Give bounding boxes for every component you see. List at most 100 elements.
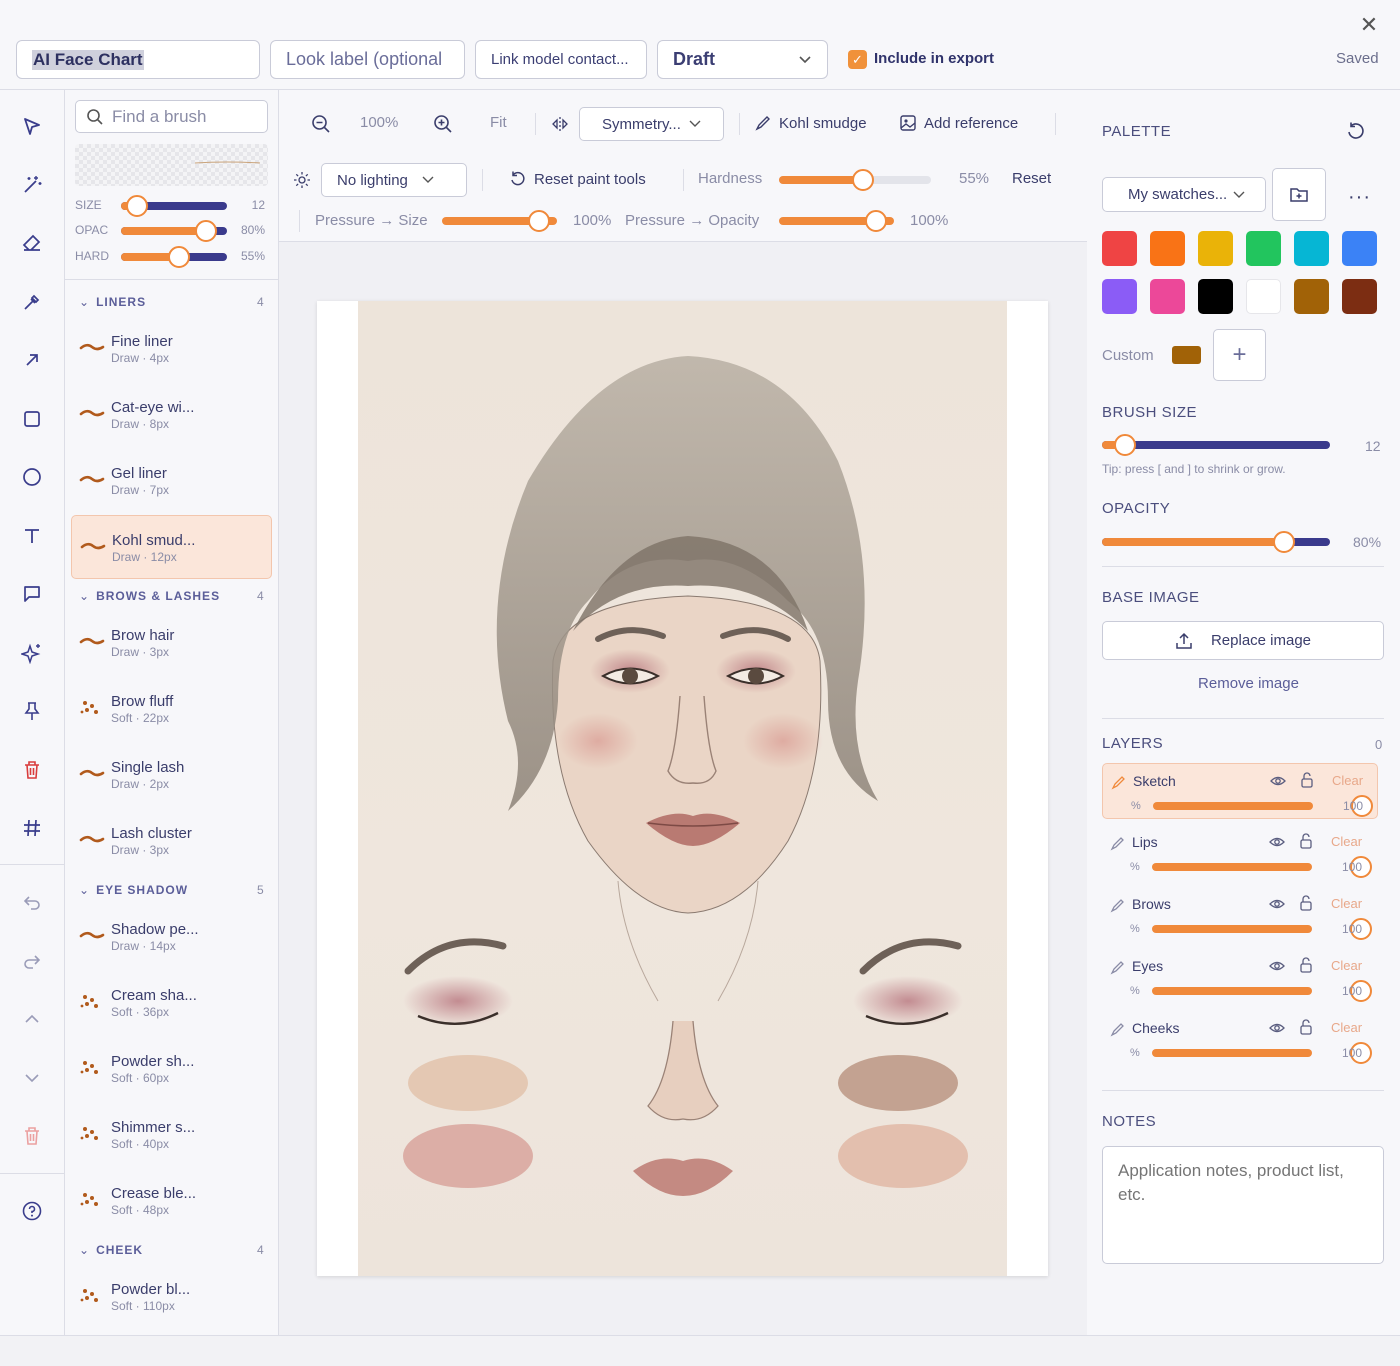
brush-section-header[interactable]: ⌄ LINERS 4 — [79, 295, 264, 309]
drawing-canvas[interactable] — [317, 301, 1048, 1276]
layer-opacity-slider[interactable] — [1153, 795, 1373, 817]
eraser-icon[interactable] — [19, 230, 45, 256]
brush-item[interactable]: Powder bl... Soft · 110px — [71, 1265, 272, 1329]
chevron-up-icon[interactable] — [19, 1006, 45, 1032]
eye-icon[interactable] — [1269, 959, 1285, 973]
brush-item[interactable]: Single lash Draw · 2px — [71, 743, 272, 807]
status-select[interactable]: Draft — [657, 40, 828, 79]
color-swatch[interactable] — [1342, 279, 1377, 314]
eye-icon[interactable] — [1269, 835, 1285, 849]
lighting-select[interactable]: No lighting — [321, 163, 467, 197]
layer-opacity-slider[interactable] — [1152, 980, 1372, 1002]
more-options-icon[interactable]: ··· — [1348, 186, 1371, 209]
brush-section-header[interactable]: ⌄ BROWS & LASHES 4 — [79, 589, 264, 603]
mini-slider-track[interactable] — [121, 195, 227, 217]
color-swatch[interactable] — [1198, 279, 1233, 314]
layer-clear-button[interactable]: Clear — [1331, 958, 1362, 973]
color-swatch[interactable] — [1246, 279, 1281, 314]
layer-opacity-slider[interactable] — [1152, 856, 1372, 878]
zoom-out-icon[interactable] — [311, 114, 331, 134]
custom-color-swatch[interactable] — [1172, 346, 1201, 364]
brush-section-header[interactable]: ⌄ CHEEK 4 — [79, 1243, 264, 1257]
brush-search-input[interactable]: Find a brush — [75, 100, 268, 133]
rectangle-icon[interactable] — [19, 406, 45, 432]
add-custom-color-button[interactable]: + — [1213, 329, 1266, 381]
layer-row[interactable]: Brows Clear% 100 — [1102, 887, 1378, 943]
hardness-slider[interactable] — [779, 169, 931, 191]
unlock-icon[interactable] — [1300, 772, 1314, 788]
comment-icon[interactable] — [19, 581, 45, 607]
brush-item[interactable]: Cream sha... Soft · 36px — [71, 971, 272, 1035]
arrow-tool-icon[interactable] — [19, 347, 45, 373]
color-swatch[interactable] — [1150, 279, 1185, 314]
sparkle-icon[interactable] — [19, 640, 45, 666]
brush-item[interactable]: Shadow pe... Draw · 14px — [71, 905, 272, 969]
magic-wand-icon[interactable] — [19, 172, 45, 198]
mini-slider-knob[interactable] — [168, 246, 191, 268]
delete-layer-icon[interactable] — [19, 1123, 45, 1149]
eyedropper-icon[interactable] — [19, 289, 45, 315]
include-export-checkbox[interactable]: ✓ — [848, 50, 867, 69]
pressure-size-knob[interactable] — [528, 210, 550, 232]
import-swatches-button[interactable] — [1272, 168, 1326, 221]
brush-item[interactable]: Kohl smud... Draw · 12px — [71, 515, 272, 579]
unlock-icon[interactable] — [1299, 895, 1313, 911]
pin-icon[interactable] — [19, 698, 45, 724]
notes-textarea[interactable] — [1102, 1146, 1384, 1264]
color-swatch[interactable] — [1246, 231, 1281, 266]
include-export-label[interactable]: Include in export — [874, 50, 994, 67]
color-swatch[interactable] — [1150, 231, 1185, 266]
layer-clear-button[interactable]: Clear — [1331, 834, 1362, 849]
layer-opacity-slider[interactable] — [1152, 918, 1372, 940]
eye-icon[interactable] — [1270, 774, 1286, 788]
opacity-slider[interactable] — [1102, 531, 1330, 553]
face-chart-artwork[interactable] — [358, 301, 1007, 1276]
color-swatch[interactable] — [1102, 231, 1137, 266]
select-arrow-icon[interactable] — [19, 114, 45, 140]
link-model-button[interactable]: Link model contact... — [475, 40, 647, 79]
text-icon[interactable] — [19, 523, 45, 549]
look-label-input[interactable]: Look label (optional — [270, 40, 465, 79]
active-brush-button[interactable]: Kohl smudge — [754, 114, 867, 132]
help-icon[interactable] — [19, 1198, 45, 1224]
symmetry-select[interactable]: Symmetry... — [579, 107, 724, 141]
eye-icon[interactable] — [1269, 1021, 1285, 1035]
reset-paint-tools-button[interactable]: Reset paint tools — [509, 170, 646, 188]
color-swatch[interactable] — [1198, 231, 1233, 266]
close-icon[interactable]: ✕ — [1358, 14, 1380, 36]
layer-row[interactable]: Eyes Clear% 100 — [1102, 949, 1378, 1005]
eye-icon[interactable] — [1269, 897, 1285, 911]
grid-hash-icon[interactable] — [19, 815, 45, 841]
layer-row[interactable]: Sketch Clear% 100 — [1102, 763, 1378, 819]
replace-image-button[interactable]: Replace image — [1102, 621, 1384, 660]
pressure-opacity-slider[interactable] — [779, 210, 894, 232]
brush-item[interactable]: Fine liner Draw · 4px — [71, 317, 272, 381]
brush-item[interactable]: Cat-eye wi... Draw · 8px — [71, 383, 272, 447]
circle-icon[interactable] — [19, 464, 45, 490]
brush-item[interactable]: Shimmer s... Soft · 40px — [71, 1103, 272, 1167]
layer-opacity-slider[interactable] — [1152, 1042, 1372, 1064]
mini-slider-hard[interactable]: HARD 55% — [75, 246, 275, 268]
mini-slider-track[interactable] — [121, 220, 227, 242]
layer-row[interactable]: Cheeks Clear% 100 — [1102, 1011, 1378, 1067]
redo-icon[interactable] — [19, 948, 45, 974]
mini-slider-opac[interactable]: OPAC 80% — [75, 220, 275, 242]
unlock-icon[interactable] — [1299, 957, 1313, 973]
undo-icon[interactable] — [19, 889, 45, 915]
brush-item[interactable]: Gel liner Draw · 7px — [71, 449, 272, 513]
remove-image-button[interactable]: Remove image — [1087, 675, 1400, 692]
color-swatch[interactable] — [1102, 279, 1137, 314]
pressure-opacity-knob[interactable] — [865, 210, 887, 232]
pressure-size-slider[interactable] — [442, 210, 557, 232]
unlock-icon[interactable] — [1299, 833, 1313, 849]
brush-item[interactable]: Lash cluster Draw · 3px — [71, 809, 272, 873]
unlock-icon[interactable] — [1299, 1019, 1313, 1035]
brush-item[interactable]: Brow hair Draw · 3px — [71, 611, 272, 675]
trash-icon[interactable] — [19, 757, 45, 783]
mini-slider-track[interactable] — [121, 246, 227, 268]
brush-size-slider[interactable] — [1102, 434, 1330, 456]
layer-row[interactable]: Lips Clear% 100 — [1102, 825, 1378, 881]
mirror-icon[interactable] — [551, 115, 569, 133]
color-swatch[interactable] — [1342, 231, 1377, 266]
color-swatch[interactable] — [1294, 279, 1329, 314]
